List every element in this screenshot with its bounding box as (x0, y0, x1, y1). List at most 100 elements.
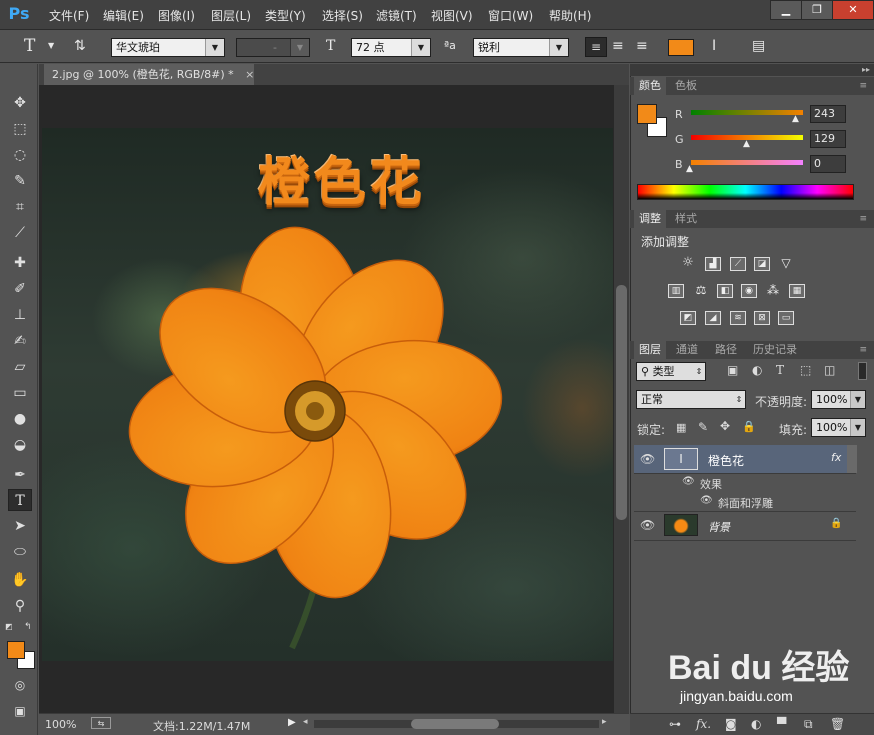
channel-mixer-icon[interactable]: ⁂ (765, 284, 781, 298)
panel-menu-icon[interactable]: ≡ (854, 210, 872, 228)
invert-icon[interactable]: ◩ (680, 311, 696, 325)
align-left-button[interactable]: ≡ (585, 37, 607, 57)
exposure-icon[interactable]: ◪ (754, 257, 770, 271)
chevron-down-icon[interactable]: ▼ (48, 38, 54, 54)
brush-tool-icon[interactable]: ✐ (8, 278, 32, 300)
red-slider[interactable] (691, 110, 803, 115)
font-style-select[interactable]: - ▼ (236, 38, 310, 57)
new-layer-icon[interactable]: ⧉ (804, 717, 813, 732)
menu-window[interactable]: 窗口(W) (488, 7, 533, 24)
blue-slider[interactable] (691, 160, 803, 165)
green-slider-handle-icon[interactable]: ▲ (743, 139, 750, 149)
minimize-button[interactable]: ▁ (770, 0, 802, 20)
tab-color[interactable]: 颜色 (634, 77, 666, 95)
green-value-input[interactable]: 129 (810, 130, 846, 148)
visibility-eye-icon[interactable]: 👁 (640, 453, 655, 465)
layers-scrollbar[interactable] (847, 445, 857, 473)
ellipse-tool-icon[interactable]: ⬭ (8, 541, 32, 563)
default-colors-icon[interactable]: ◩ (5, 622, 15, 632)
dodge-tool-icon[interactable]: ◒ (8, 434, 32, 456)
anti-alias-select[interactable]: 锐利 ▼ (473, 38, 569, 57)
status-preview-icon[interactable]: ⇆ (91, 717, 111, 729)
horizontal-scroll-thumb[interactable] (411, 719, 499, 729)
tab-layers[interactable]: 图层 (634, 341, 666, 359)
menu-image[interactable]: 图像(I) (158, 7, 195, 24)
panel-collapse-icon[interactable]: ▸▸ (630, 64, 874, 76)
quick-select-tool-icon[interactable]: ✎ (8, 170, 32, 192)
menu-edit[interactable]: 编辑(E) (103, 7, 144, 24)
tab-styles[interactable]: 样式 (670, 210, 702, 228)
blue-slider-handle-icon[interactable]: ▲ (686, 164, 693, 174)
fx-badge[interactable]: fx (831, 451, 841, 464)
pen-tool-icon[interactable]: ✒ (8, 464, 32, 486)
swap-colors-icon[interactable]: ↰ (24, 622, 34, 632)
layer-effect-item[interactable]: 👁 斜面和浮雕 (634, 492, 856, 512)
filter-type-icon[interactable]: T (776, 363, 784, 377)
color-spectrum-bar[interactable] (637, 184, 854, 200)
layer-row-text[interactable]: 👁 Ⅰ 橙色花 fx (634, 445, 856, 474)
path-select-tool-icon[interactable]: ➤ (8, 515, 32, 537)
hand-tool-icon[interactable]: ✋ (8, 569, 32, 591)
photo-filter-icon[interactable]: ◉ (741, 284, 757, 298)
type-tool-icon[interactable]: T (8, 489, 32, 511)
vertical-scroll-thumb[interactable] (616, 285, 627, 520)
effect-eye-icon[interactable]: 👁 (700, 495, 714, 507)
fill-input[interactable]: 100% ▼ (811, 418, 866, 437)
posterize-icon[interactable]: ◢ (705, 311, 721, 325)
scroll-right-icon[interactable]: ▸ (602, 717, 607, 727)
lock-transparent-icon[interactable]: ▦ (676, 421, 686, 434)
status-menu-arrow-icon[interactable]: ▶ (288, 717, 296, 728)
lasso-tool-icon[interactable]: ◌ (8, 144, 32, 166)
tab-channels[interactable]: 通道 (671, 341, 703, 359)
text-color-swatch[interactable] (668, 39, 694, 56)
tab-adjustments[interactable]: 调整 (634, 210, 666, 228)
brightness-contrast-icon[interactable]: ☼ (680, 256, 696, 271)
adjustment-layer-icon[interactable]: ◐ (751, 717, 761, 731)
layer-filter-select[interactable]: ⚲ 类型 ⇕ (636, 362, 706, 381)
filter-adjustment-icon[interactable]: ◐ (752, 363, 762, 377)
zoom-level[interactable]: 100% (45, 718, 76, 731)
font-family-select[interactable]: 华文琥珀 ▼ (111, 38, 225, 57)
lock-image-icon[interactable]: ✎ (698, 420, 708, 434)
layer-effects-row[interactable]: 👁 效果 (634, 473, 856, 492)
restore-button[interactable]: ❐ (801, 0, 833, 20)
color-balance-icon[interactable]: ⚖ (693, 284, 709, 298)
healing-brush-tool-icon[interactable]: ✚ (8, 252, 32, 274)
threshold-icon[interactable]: ≋ (730, 311, 746, 325)
layer-name[interactable]: 背景 (708, 519, 730, 535)
filter-pixel-icon[interactable]: ▣ (727, 363, 738, 377)
layer-style-icon[interactable]: fx. (696, 717, 711, 731)
align-center-icon[interactable]: ≡ (612, 38, 624, 54)
menu-filter[interactable]: 滤镜(T) (376, 7, 417, 24)
levels-icon[interactable]: ▟ (705, 257, 721, 271)
gradient-map-icon[interactable]: ▭ (778, 311, 794, 325)
move-tool-icon[interactable]: ✥ (8, 92, 32, 114)
effects-eye-icon[interactable]: 👁 (682, 476, 696, 488)
tab-swatches[interactable]: 色板 (670, 77, 702, 95)
canvas-text-layer[interactable]: 橙色花 (222, 148, 462, 218)
lock-all-icon[interactable]: 🔒 (742, 420, 756, 433)
hue-saturation-icon[interactable]: ▥ (668, 284, 684, 298)
screen-mode-icon[interactable]: ▣ (8, 700, 32, 722)
tab-paths[interactable]: 路径 (710, 341, 742, 359)
eyedropper-tool-icon[interactable]: ⟋ (8, 222, 32, 244)
quick-mask-icon[interactable]: ◎ (8, 674, 32, 696)
zoom-tool-icon[interactable]: ⚲ (8, 595, 32, 617)
red-slider-handle-icon[interactable]: ▲ (792, 114, 799, 124)
layer-row-background[interactable]: 👁 背景 🔒 (634, 511, 856, 541)
menu-view[interactable]: 视图(V) (431, 7, 473, 24)
filter-smart-object-icon[interactable]: ◫ (824, 363, 835, 377)
opacity-input[interactable]: 100% ▼ (811, 390, 866, 409)
menu-type[interactable]: 类型(Y) (265, 7, 306, 24)
font-size-select[interactable]: 72 点 ▼ (351, 38, 431, 57)
panel-menu-icon[interactable]: ≡ (854, 341, 872, 359)
new-group-icon[interactable]: ▀ (777, 717, 786, 731)
history-brush-tool-icon[interactable]: ✍ (8, 330, 32, 352)
warp-text-icon[interactable]: Ⅰ (712, 38, 716, 54)
layer-mask-icon[interactable]: ◙ (725, 717, 737, 731)
menu-file[interactable]: 文件(F) (49, 7, 89, 24)
menu-select[interactable]: 选择(S) (322, 7, 363, 24)
color-panel-foreground-swatch[interactable] (637, 104, 657, 124)
scroll-left-icon[interactable]: ◂ (303, 717, 308, 727)
red-value-input[interactable]: 243 (810, 105, 846, 123)
